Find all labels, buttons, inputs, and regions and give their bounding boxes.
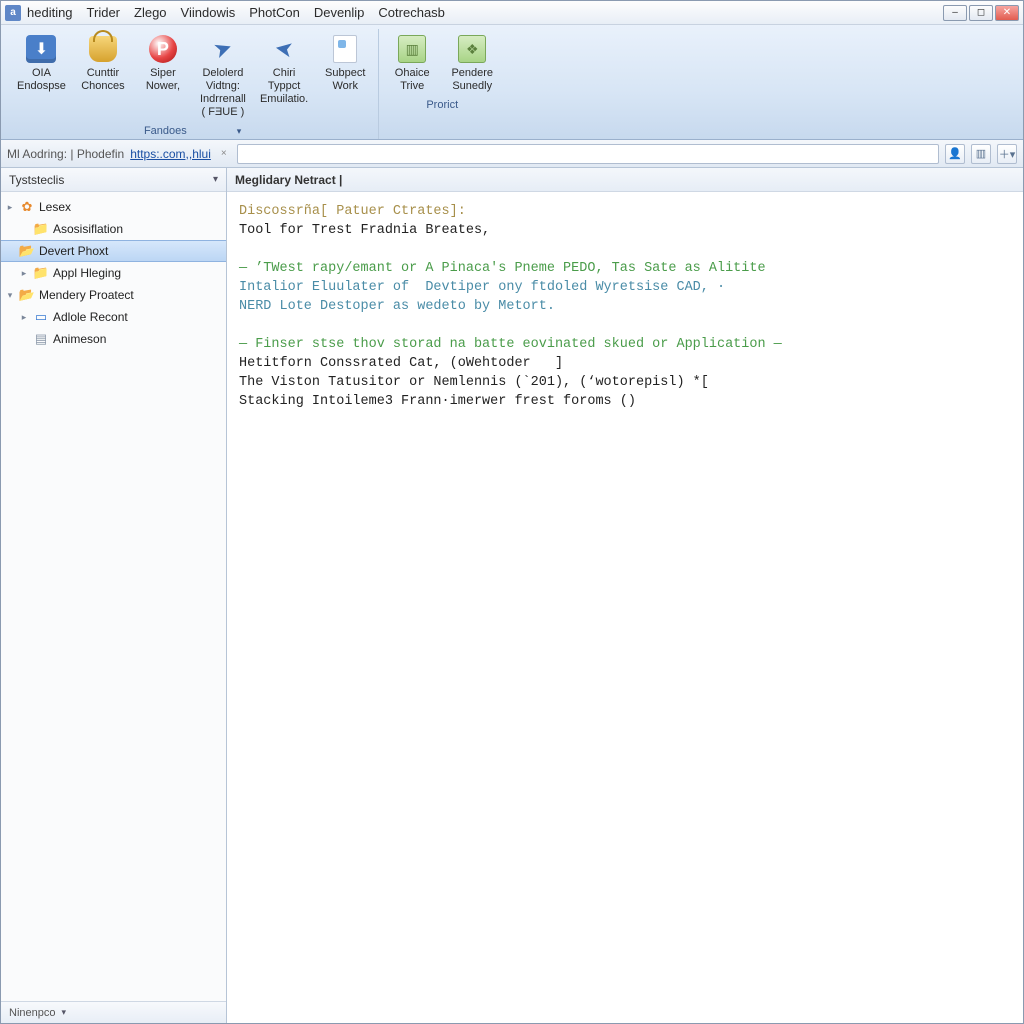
editor-tab[interactable]: Meglidary Netract | xyxy=(235,173,342,187)
code-line: NERD Lote Destoper as wedeto by Metort. xyxy=(239,299,555,314)
code-line: Intalior Eluulater of Devtiper ony ftdol… xyxy=(239,280,725,295)
chevron-down-icon[interactable]: ▾ xyxy=(213,174,218,185)
chart-icon[interactable]: ▥ xyxy=(971,144,991,164)
code-line: Stacking Intoileme3 Frann·imerwer frest … xyxy=(239,394,636,409)
tree-label: Devert Phoxt xyxy=(39,244,108,258)
menu-item[interactable]: Zlego xyxy=(134,5,167,20)
arrow-icon: ➤ xyxy=(266,30,303,67)
tree-row[interactable]: ▸✿Lesex xyxy=(1,196,226,218)
tree: ▸✿Lesex📁Asosisiflation📂Devert Phoxt▸📁App… xyxy=(1,192,226,1001)
module-icon: ▥ xyxy=(396,33,428,65)
maximize-button[interactable]: ◻ xyxy=(969,5,993,21)
tree-twisty-icon[interactable]: ▾ xyxy=(5,290,15,301)
menu-item[interactable]: Devenlip xyxy=(314,5,365,20)
tree-label: Appl Hleging xyxy=(53,266,121,280)
bucket-icon xyxy=(87,33,119,65)
dropdown-icon[interactable] xyxy=(231,125,242,137)
p-circle-icon: P xyxy=(147,33,179,65)
code-line: — ’TWest rapy/emant or A Pinaca's Pneme … xyxy=(239,261,766,276)
editor-body[interactable]: Discossrña[ Patuer Ctrates]: Tool for Tr… xyxy=(227,192,1023,1023)
tree-label: Lesex xyxy=(39,200,71,214)
tree-twisty-icon[interactable]: ▸ xyxy=(19,268,29,279)
code-line: Hetitforn Conssrated Cat, (oWehtoder ] xyxy=(239,356,563,371)
ribbon-group-label: Prorict xyxy=(426,99,458,111)
window-controls: – ◻ ✕ xyxy=(943,5,1019,21)
sidebar-title: Tyststeclis xyxy=(9,173,64,187)
ribbon-btn-chiri[interactable]: ➤ ChiriTyppctEmuilatio. xyxy=(254,29,314,123)
sidebar-footer-label: Ninenpco xyxy=(9,1007,55,1019)
ribbon-btn-oia[interactable]: ⬇ OIAEndospse xyxy=(11,29,72,123)
arrow-up-icon: ➤ xyxy=(202,28,243,69)
ribbon-btn-siper[interactable]: P SiperNower, xyxy=(134,29,192,123)
tree-label: Asosisiflation xyxy=(53,222,123,236)
menu-item[interactable]: PhotCon xyxy=(249,5,300,20)
ribbon-group-fandoes: ⬇ OIAEndospse CunttirChonces P SiperNowe… xyxy=(7,29,379,139)
tree-row[interactable]: ▸📁Appl Hleging xyxy=(1,262,226,284)
close-button[interactable]: ✕ xyxy=(995,5,1019,21)
code-line: Tool for Trest Fradnia Breates, xyxy=(239,223,490,238)
tree-label: Mendery Proatect xyxy=(39,288,134,302)
editor: Meglidary Netract | Discossrña[ Patuer C… xyxy=(227,168,1023,1023)
menu-item[interactable]: Viindowis xyxy=(181,5,236,20)
ribbon-btn-ohaice[interactable]: ▥ OhaiceTrive xyxy=(383,29,441,97)
tab-close-icon[interactable]: × xyxy=(217,148,231,159)
address-bar: Ml Aodring: | Phodefin https:.com,,hlui … xyxy=(1,140,1023,168)
sidebar-header[interactable]: Tyststeclis ▾ xyxy=(1,168,226,192)
add-tab-icon[interactable]: ＋▾ xyxy=(997,144,1017,164)
address-field[interactable] xyxy=(237,144,939,164)
sidebar: Tyststeclis ▾ ▸✿Lesex📁Asosisiflation📂Dev… xyxy=(1,168,227,1023)
tree-row[interactable]: ▾📂Mendery Proatect xyxy=(1,284,226,306)
tree-label: Animeson xyxy=(53,332,106,346)
ribbon-btn-pendere[interactable]: ❖ PendereSunedly xyxy=(443,29,501,97)
tree-row[interactable]: 📂Devert Phoxt xyxy=(1,240,226,262)
code-line: — Finser stse thov storad na batte eovin… xyxy=(239,337,782,352)
tree-twisty-icon[interactable]: ▸ xyxy=(19,312,29,323)
address-prefix: Ml Aodring: | Phodefin xyxy=(7,147,124,161)
tree-row[interactable]: ▸▭Adlole Recont xyxy=(1,306,226,328)
download-box-icon: ⬇ xyxy=(25,33,57,65)
sidebar-footer[interactable]: Ninenpco xyxy=(1,1001,226,1023)
tree-row[interactable]: 📁Asosisiflation xyxy=(1,218,226,240)
main-menu: hediting Trider Zlego Viindowis PhotCon … xyxy=(27,5,445,20)
main-split: Tyststeclis ▾ ▸✿Lesex📁Asosisiflation📂Dev… xyxy=(1,168,1023,1023)
ribbon-group-prorict: ▥ OhaiceTrive ❖ PendereSunedly Prorict xyxy=(379,29,505,139)
ribbon-group-label: Fandoes xyxy=(144,125,187,137)
component-icon: ❖ xyxy=(456,33,488,65)
minimize-button[interactable]: – xyxy=(943,5,967,21)
user-icon[interactable]: 👤 xyxy=(945,144,965,164)
tree-row[interactable]: ▤Animeson xyxy=(1,328,226,350)
menu-item[interactable]: Cotrechasb xyxy=(378,5,444,20)
ribbon-btn-subpect[interactable]: SubpectWork xyxy=(316,29,374,123)
editor-tab-bar: Meglidary Netract | xyxy=(227,168,1023,192)
ribbon: ⬇ OIAEndospse CunttirChonces P SiperNowe… xyxy=(1,25,1023,140)
tree-label: Adlole Recont xyxy=(53,310,128,324)
code-line: The Viston Tatusitor or Nemlennis (`201)… xyxy=(239,375,709,390)
ribbon-btn-cunttir[interactable]: CunttirChonces xyxy=(74,29,132,123)
menu-item[interactable]: hediting xyxy=(27,5,73,20)
menu-item[interactable]: Trider xyxy=(87,5,120,20)
code-line: Discossrña[ Patuer Ctrates]: xyxy=(239,204,466,219)
ribbon-btn-delolerd[interactable]: ➤ DelolerdVidtng:Indrrenall( FƎUE ) xyxy=(194,29,252,123)
address-url[interactable]: https:.com,,hlui xyxy=(130,147,211,161)
title-bar: a hediting Trider Zlego Viindowis PhotCo… xyxy=(1,1,1023,25)
app-icon: a xyxy=(5,5,21,21)
page-icon xyxy=(329,33,361,65)
tree-twisty-icon[interactable]: ▸ xyxy=(5,202,15,213)
